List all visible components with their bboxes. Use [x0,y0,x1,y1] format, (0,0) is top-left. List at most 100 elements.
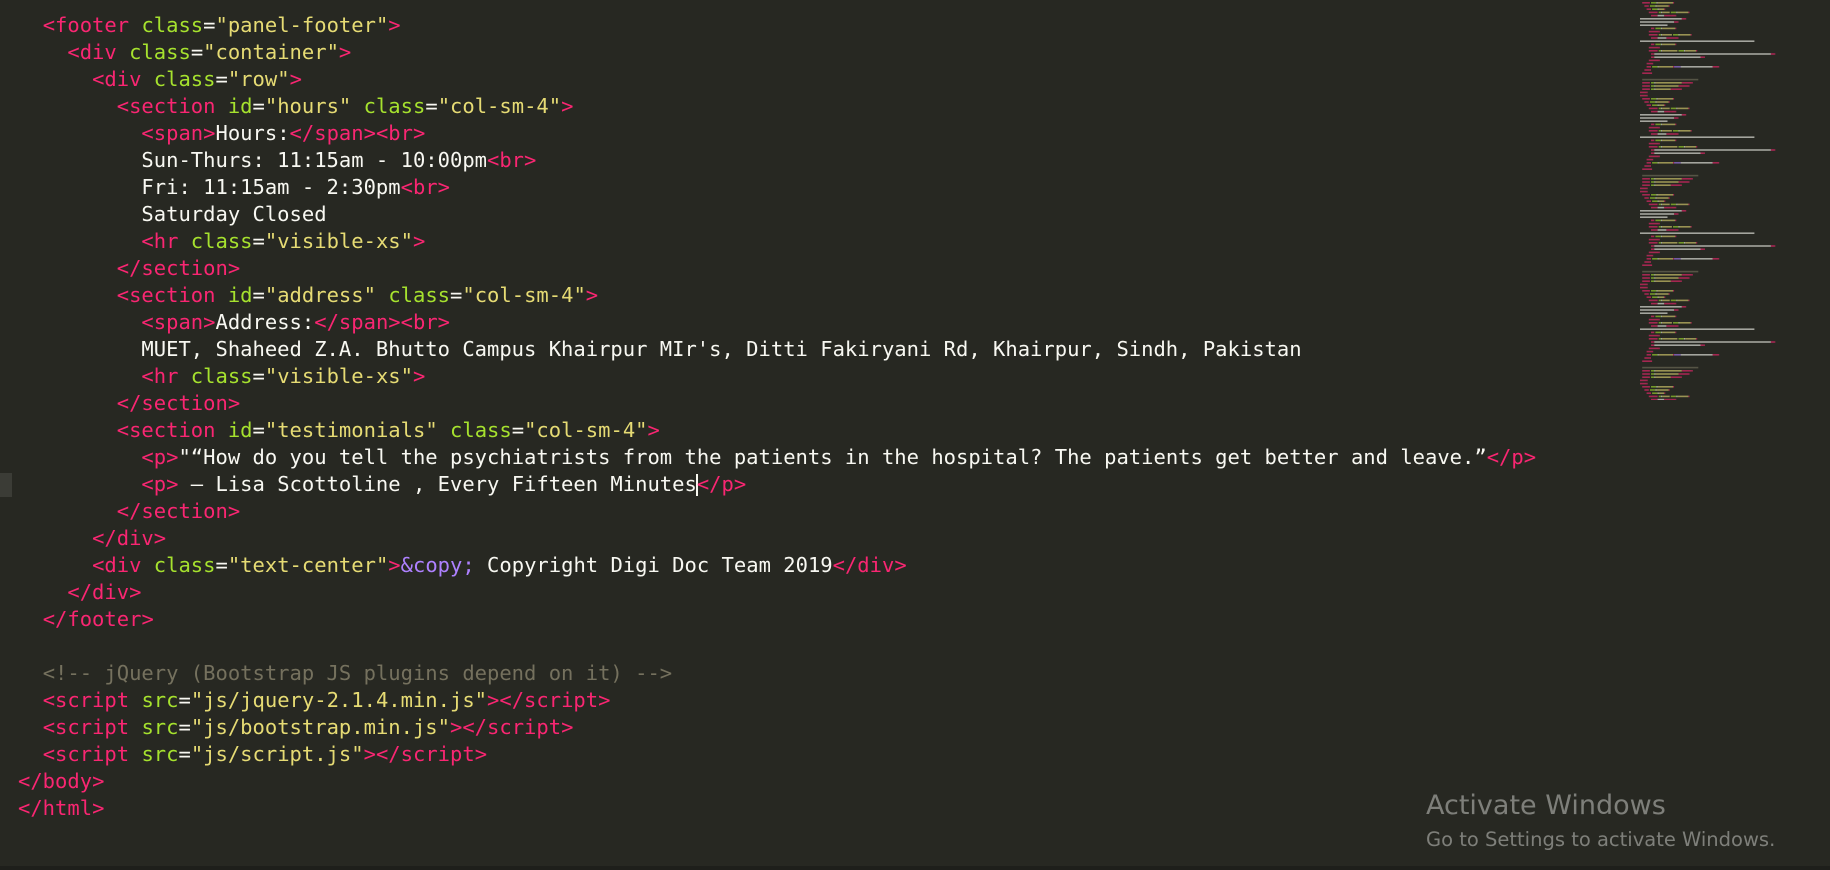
code-line[interactable] [18,633,1618,660]
code-line[interactable]: <script src="js/script.js"></script> [18,741,1618,768]
minimap-line [1648,155,1659,158]
code-token: <p [141,445,167,469]
minimap-line [1651,123,1655,126]
minimap-line [1662,219,1676,222]
minimap-line [1679,373,1689,375]
code-line[interactable]: </section> [18,255,1618,282]
code-line[interactable]: <div class="text-center">&copy; Copyrigh… [18,552,1618,579]
minimap-line [1658,142,1660,145]
minimap-line [1696,242,1698,244]
code-token: Hours: [215,121,290,145]
code-token: = [190,40,204,64]
minimap-line [1654,82,1656,84]
minimap-line [1652,258,1658,260]
code-line[interactable]: </div> [18,525,1618,552]
minimap-line [1655,139,1661,142]
minimap-line [1696,338,1698,340]
code-line[interactable]: </section> [18,498,1618,525]
code-line[interactable]: <section id="address" class="col-sm-4"> [18,282,1618,309]
code-editor[interactable]: <footer class="panel-footer"> <div class… [0,0,1830,870]
minimap-line [1674,354,1681,356]
minimap-line [1651,194,1657,196]
minimap-line [1700,56,1704,58]
minimap-line [1651,85,1655,87]
minimap-line [1673,2,1675,4]
minimap-line [1642,82,1650,84]
minimap-line [1673,162,1675,164]
minimap-line [1655,43,1661,46]
code-line[interactable]: <hr class="visible-xs"> [18,228,1618,255]
minimap-line [1657,200,1659,202]
code-line[interactable]: </div> [18,579,1618,606]
minimap-line [1674,309,1678,311]
minimap-line [1660,219,1662,222]
minimap-line [1664,302,1671,305]
code-token: </div [92,526,154,550]
minimap-line [1651,178,1655,180]
code-line[interactable]: </body> [18,768,1618,795]
minimap-line [1651,376,1655,378]
minimap-line [1673,133,1675,135]
code-token: "visible-xs" [264,229,413,253]
code-line[interactable]: <div class="row"> [18,66,1618,93]
minimap-line [1675,14,1677,17]
activate-windows-watermark: Activate Windows Go to Settings to activ… [1426,788,1775,854]
code-token: = [252,418,265,442]
code-area[interactable]: <footer class="panel-footer"> <div class… [18,12,1618,822]
code-line[interactable]: <p>"“How do you tell the psychiatrists f… [18,444,1618,471]
minimap-line [1651,245,1654,247]
code-line[interactable]: </html> [18,795,1618,822]
minimap-line [1642,370,1650,372]
code-line[interactable]: <section id="hours" class="col-sm-4"> [18,93,1618,120]
minimap-line [1670,88,1672,90]
minimap-line [1640,120,1668,122]
minimap-line [1670,398,1672,400]
minimap-line [1652,296,1658,298]
code-line[interactable]: <script src="js/jquery-2.1.4.min.js"></s… [18,687,1618,714]
minimap-line [1655,27,1661,30]
code-token: > [388,310,401,334]
code-token: </section [116,499,228,523]
code-line[interactable]: <footer class="panel-footer"> [18,12,1618,39]
minimap-line [1646,66,1651,68]
code-line[interactable]: Fri: 11:15am - 2:30pm<br> [18,174,1618,201]
minimap-line [1658,162,1673,164]
minimap-line [1685,50,1697,52]
code-line[interactable]: <span>Address:</span><br> [18,309,1618,336]
code-line[interactable]: <hr class="visible-xs"> [18,363,1618,390]
code-line[interactable]: </section> [18,390,1618,417]
code-line[interactable]: <!-- jQuery (Bootstrap JS plugins depend… [18,660,1618,687]
minimap-line [1654,56,1701,58]
minimap-line [1658,338,1661,340]
code-token: <p [141,472,167,496]
minimap-line [1658,296,1665,298]
minimap-line [1685,210,1687,212]
minimap-line [1673,226,1679,228]
code-line[interactable]: MUET, Shaheed Z.A. Bhutto Campus Khairpu… [18,336,1618,363]
minimap-line [1700,152,1704,154]
code-token: > [487,688,500,712]
minimap-line [1677,213,1679,215]
minimap-line [1660,331,1662,334]
minimap-line [1658,107,1661,110]
minimap-line [1642,72,1651,74]
minimap-line [1660,34,1662,36]
code-line[interactable]: <span>Hours:</span><br> [18,120,1618,147]
minimap-line [1660,322,1662,324]
code-token: > [1523,445,1537,469]
minimap-line [1675,235,1677,238]
minimap-line [1684,50,1686,52]
code-line[interactable]: Saturday Closed [18,201,1618,228]
minimap-line [1681,210,1686,212]
code-line[interactable]: <script src="js/bootstrap.min.js"></scri… [18,714,1618,741]
active-line-marker [0,473,12,497]
minimap-line [1674,213,1678,215]
code-line[interactable]: <section id="testimonials" class="col-sm… [18,417,1618,444]
code-line[interactable]: Sun-Thurs: 11:15am - 10:00pm<br> [18,147,1618,174]
code-line[interactable]: <p> — Lisa Scottoline , Every Fifteen Mi… [18,471,1618,498]
minimap[interactable] [1636,0,1830,400]
code-line[interactable]: <div class="container"> [18,39,1618,66]
code-line[interactable]: </footer> [18,606,1618,633]
